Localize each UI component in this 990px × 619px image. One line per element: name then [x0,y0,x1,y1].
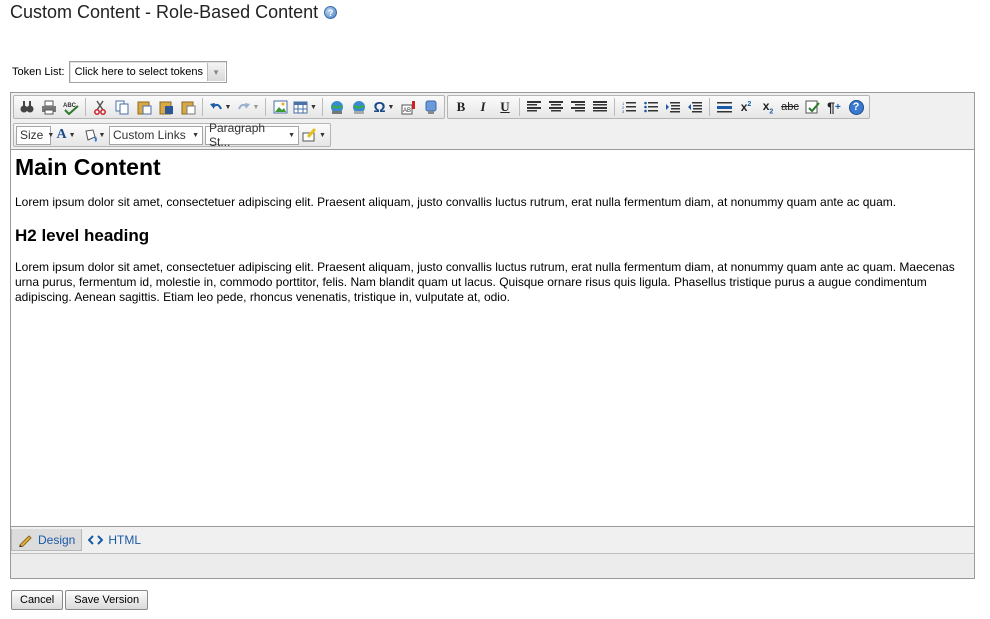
paragraph-style-select[interactable]: Paragraph St... ▼ [205,121,299,149]
toolbar-separator [202,98,203,116]
toolbar-separator [614,98,615,116]
bulleted-list-icon[interactable] [640,97,662,117]
bold-icon[interactable]: B [450,97,472,117]
strikethrough-icon[interactable]: abc [779,97,801,117]
toolbar-separator [85,98,86,116]
token-list-label: Token List: [12,66,65,78]
token-row: Token List: Click here to select tokens … [12,61,227,83]
editor-mode-bar: Design HTML [11,528,147,552]
form-buttons: Cancel Save Version [11,590,149,610]
content-heading-2: H2 level heading [15,226,150,245]
design-mode-label: Design [38,532,76,547]
numbered-list-icon[interactable]: 123 [618,97,640,117]
cut-icon[interactable] [89,97,111,117]
pencil-icon [19,534,32,547]
rich-text-editor: ABC ▼ ▼ ▼ Ω ▼ AB B I U 1 2 3 x2 x2 abc ¶… [10,92,975,579]
toolbar-group-fonts: Size ▼ A ▼ ▼ Custom Links ▼ Paragraph St...… [13,121,331,149]
html-mode-tab[interactable]: HTML [82,529,147,551]
underline-icon[interactable]: U [494,97,516,117]
snippet-icon[interactable] [420,97,442,117]
subscript-icon[interactable]: x2 [757,97,779,117]
token-select-value: Click here to select tokens [74,66,203,78]
image-manager-icon[interactable] [269,97,291,117]
align-right-icon[interactable] [567,97,589,117]
hyperlink-icon[interactable] [326,97,348,117]
print-icon[interactable] [38,97,60,117]
token-select[interactable]: Click here to select tokens ▼ [68,61,227,83]
toolbar-group-edit: ABC ▼ ▼ ▼ Ω ▼ AB [13,95,445,119]
code-icon [88,535,104,545]
italic-icon[interactable]: I [472,97,494,117]
chevron-down-icon[interactable]: ▼ [206,63,225,81]
symbol-icon[interactable]: Ω ▼ [370,97,398,117]
save-version-button[interactable]: Save Version [65,590,149,610]
editor-status-bar [11,553,974,578]
content-paragraph-1: Lorem ipsum dolor sit amet, consectetuer… [15,195,897,209]
html-mode-label: HTML [108,533,142,547]
toolbar-row-1: ABC ▼ ▼ ▼ Ω ▼ AB B I U 1 2 3 x2 x2 abc ¶… [13,94,872,120]
format-stripper-icon[interactable] [801,97,823,117]
toolbar-separator [322,98,323,116]
css-class-icon[interactable]: ▼ [300,125,328,145]
align-center-icon[interactable] [545,97,567,117]
table-icon[interactable]: ▼ [291,97,319,117]
indent-icon[interactable] [662,97,684,117]
help-icon[interactable]: ? [845,97,867,117]
custom-links-select[interactable]: Custom Links ▼ [109,125,203,145]
design-mode-tab[interactable]: Design [11,529,83,551]
toolbar-separator [709,98,710,116]
cancel-button[interactable]: Cancel [11,590,64,610]
toolbar-row-2: Size ▼ A ▼ ▼ Custom Links ▼ Paragraph St...… [13,121,333,149]
font-size-label: Size [20,128,44,142]
font-size-select[interactable]: Size ▼ [16,125,54,145]
remove-link-icon[interactable] [348,97,370,117]
svg-text:3: 3 [622,109,625,114]
toolbar-separator [265,98,266,116]
paragraph-mark-icon[interactable]: ¶ + [823,97,845,117]
spellcheck-icon[interactable]: ABC [60,97,82,117]
paste-from-word-icon[interactable] [155,97,177,117]
paste-plain-text-icon[interactable] [177,97,199,117]
justify-icon[interactable] [589,97,611,117]
align-left-icon[interactable] [523,97,545,117]
toolbar-separator [519,98,520,116]
undo-icon[interactable]: ▼ [206,97,234,117]
editor-content-area[interactable]: Main Content Lorem ipsum dolor sit amet,… [11,149,974,527]
form-field-icon[interactable]: AB [398,97,420,117]
help-icon[interactable]: ? [324,6,338,19]
find-icon[interactable] [16,97,38,117]
outdent-icon[interactable] [684,97,706,117]
redo-icon[interactable]: ▼ [234,97,262,117]
page-title: Custom Content - Role-Based Content [10,2,319,22]
background-color-icon[interactable]: ▼ [80,125,108,145]
title-row: Custom Content - Role-Based Content ? [10,2,338,23]
paste-icon[interactable] [133,97,155,117]
custom-links-label: Custom Links [113,128,186,142]
font-color-icon[interactable]: A ▼ [52,125,80,145]
paragraph-style-label: Paragraph St... [209,121,266,149]
toolbar-group-format: B I U 123 x2 x2 abc ¶ + ? [447,95,870,119]
svg-text:AB: AB [403,108,411,114]
copy-icon[interactable] [111,97,133,117]
content-heading-1: Main Content [15,154,161,180]
horizontal-rule-icon[interactable] [713,97,735,117]
superscript-icon[interactable]: x2 [735,97,757,117]
content-paragraph-2: Lorem ipsum dolor sit amet, consectetuer… [15,260,955,304]
